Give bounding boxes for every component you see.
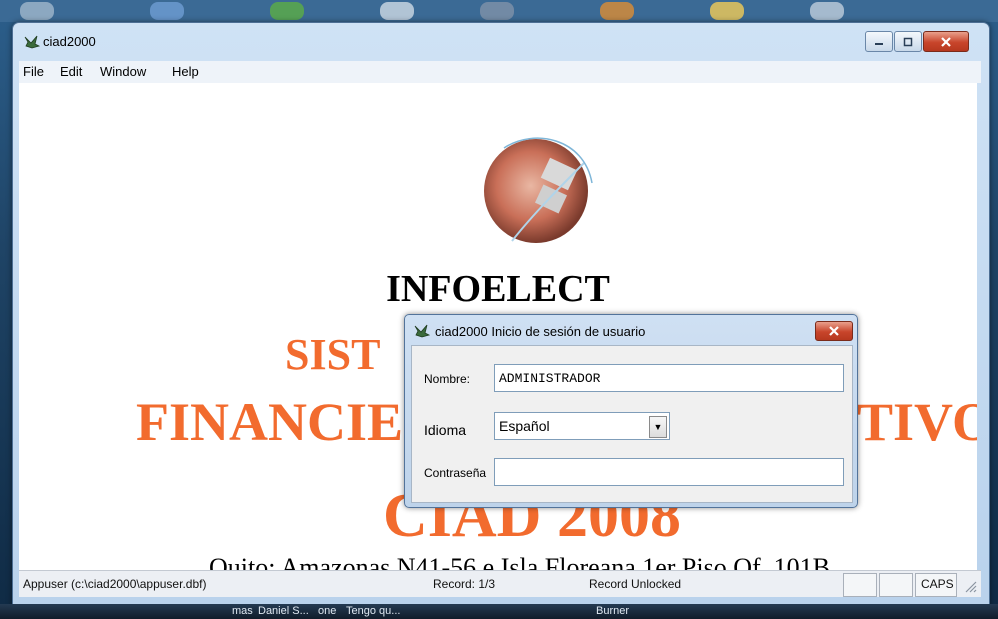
dialog-close-button[interactable] [815, 321, 853, 341]
taskbar-item[interactable]: Tengo qu... [346, 605, 400, 617]
status-bar: Appuser (c:\ciad2000\appuser.dbf) Record… [19, 570, 981, 597]
app-icon [414, 324, 431, 338]
app-icon [24, 35, 41, 49]
window-title: ciad2000 [43, 34, 96, 49]
taskbar-item[interactable]: mas [232, 605, 253, 617]
dropdown-arrow-icon[interactable]: ▼ [649, 416, 667, 438]
close-icon [941, 36, 951, 47]
dialog-title: ciad2000 Inicio de sesión de usuario [435, 324, 646, 339]
nombre-field[interactable]: ADMINISTRADOR [494, 364, 844, 392]
close-button[interactable] [923, 31, 969, 52]
menu-help[interactable]: Help [172, 64, 199, 79]
menu-window[interactable]: Window [100, 64, 146, 79]
banner-line-2-left: FINANCIE [136, 392, 404, 452]
menu-edit[interactable]: Edit [60, 64, 82, 79]
banner-line-2-right: TIVO [857, 392, 977, 452]
title-bar[interactable]: ciad2000 [13, 23, 989, 59]
company-name: INFOELECT [386, 268, 610, 310]
idioma-label: Idioma [424, 422, 467, 438]
desktop-top-icons [0, 0, 998, 22]
banner-line-1: SIST [285, 330, 381, 379]
status-pane-1 [843, 573, 877, 597]
infoelect-logo [484, 137, 593, 243]
minimize-button[interactable] [865, 31, 893, 52]
menu-bar: File Edit Window Help [19, 61, 981, 83]
minimize-icon [875, 42, 883, 45]
dialog-body: Nombre: ADMINISTRADOR Idioma Español ▼ C… [411, 345, 853, 503]
taskbar: mas Daniel S... one Tengo qu... Burner [0, 604, 998, 619]
status-pane-2 [879, 573, 913, 597]
maximize-button[interactable] [894, 31, 922, 52]
status-lock: Record Unlocked [589, 577, 682, 591]
close-icon [829, 326, 839, 336]
contrasena-field[interactable] [494, 458, 844, 486]
status-caps: CAPS [921, 577, 954, 591]
taskbar-item[interactable]: Burner [596, 605, 629, 617]
taskbar-item[interactable]: one [318, 605, 336, 617]
menu-file[interactable]: File [23, 64, 44, 79]
contrasena-label: Contraseña [424, 466, 487, 480]
nombre-label: Nombre: [424, 372, 471, 386]
status-pane-caps: CAPS [915, 573, 957, 597]
idioma-select[interactable]: Español ▼ [494, 412, 670, 440]
taskbar-item[interactable]: Daniel S... [258, 605, 309, 617]
maximize-icon [903, 37, 913, 46]
resize-grip-icon[interactable] [963, 579, 977, 593]
status-file: Appuser (c:\ciad2000\appuser.dbf) [23, 577, 207, 591]
status-record: Record: 1/3 [433, 577, 496, 591]
idioma-selected-value: Español [499, 418, 550, 434]
login-dialog: ciad2000 Inicio de sesión de usuario Nom… [404, 314, 858, 508]
